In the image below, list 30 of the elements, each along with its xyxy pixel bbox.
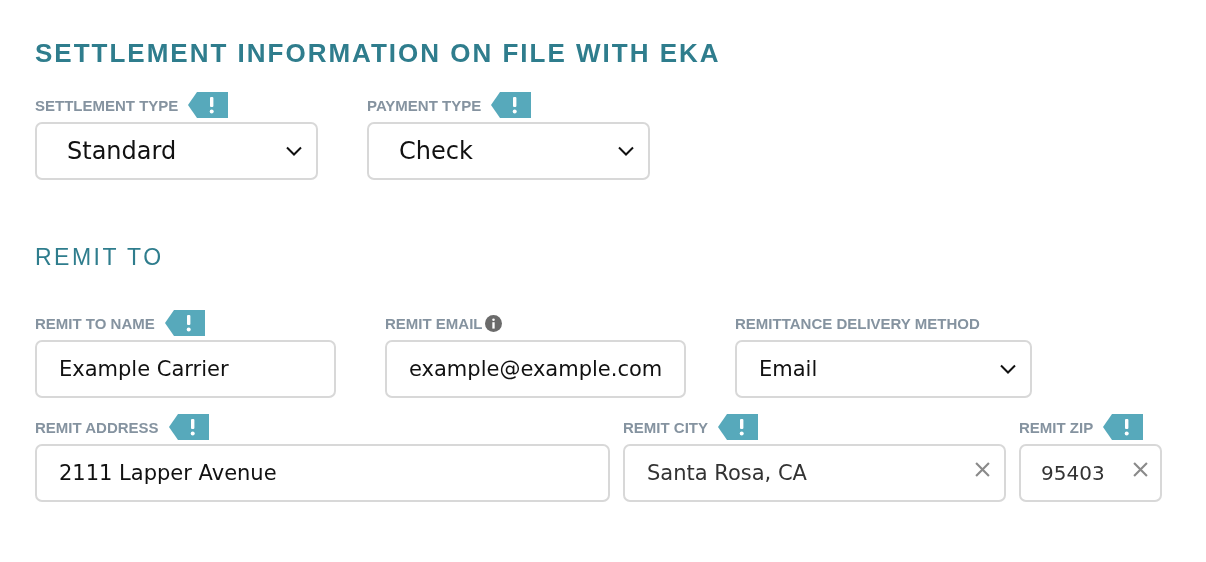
exclamation-flag-icon bbox=[1103, 414, 1144, 440]
input-field[interactable]: example@example.com bbox=[385, 340, 686, 398]
clear-icon[interactable] bbox=[1133, 461, 1148, 477]
field-label: REMIT ADDRESS bbox=[35, 418, 159, 436]
exclamation-flag-icon bbox=[164, 310, 205, 336]
dropdown[interactable]: Standard bbox=[35, 122, 318, 180]
exclamation-flag-icon bbox=[718, 414, 758, 440]
chevron-down-icon bbox=[618, 146, 634, 156]
input-field[interactable]: Santa Rosa, CA bbox=[623, 444, 1006, 502]
field-label: REMIT CITY bbox=[623, 418, 708, 436]
field-label: REMIT EMAIL bbox=[385, 314, 483, 332]
info-icon[interactable] bbox=[484, 314, 502, 332]
exclamation-flag-icon bbox=[168, 414, 209, 440]
dropdown[interactable]: Email bbox=[735, 340, 1032, 398]
field-label: REMIT TO NAME bbox=[35, 314, 155, 332]
chevron-down-icon bbox=[286, 146, 302, 156]
dropdown[interactable]: Check bbox=[367, 122, 650, 180]
field-label: PAYMENT TYPE bbox=[367, 96, 482, 114]
field-label: SETTLEMENT TYPE bbox=[35, 96, 179, 114]
field-label: REMITTANCE DELIVERY METHOD bbox=[735, 314, 980, 332]
input-field[interactable]: Example Carrier bbox=[35, 340, 336, 398]
clear-icon[interactable] bbox=[975, 461, 990, 477]
input-field[interactable]: 2111 Lapper Avenue bbox=[35, 444, 610, 502]
field-label: REMIT ZIP bbox=[1019, 418, 1094, 436]
section-heading: SETTLEMENT INFORMATION ON FILE WITH EKA bbox=[35, 37, 722, 70]
chevron-down-icon bbox=[1000, 364, 1016, 374]
exclamation-flag-icon bbox=[188, 92, 229, 118]
input-field[interactable]: 95403 bbox=[1019, 444, 1162, 502]
exclamation-flag-icon bbox=[491, 92, 532, 118]
section-heading: REMIT TO bbox=[35, 243, 165, 272]
